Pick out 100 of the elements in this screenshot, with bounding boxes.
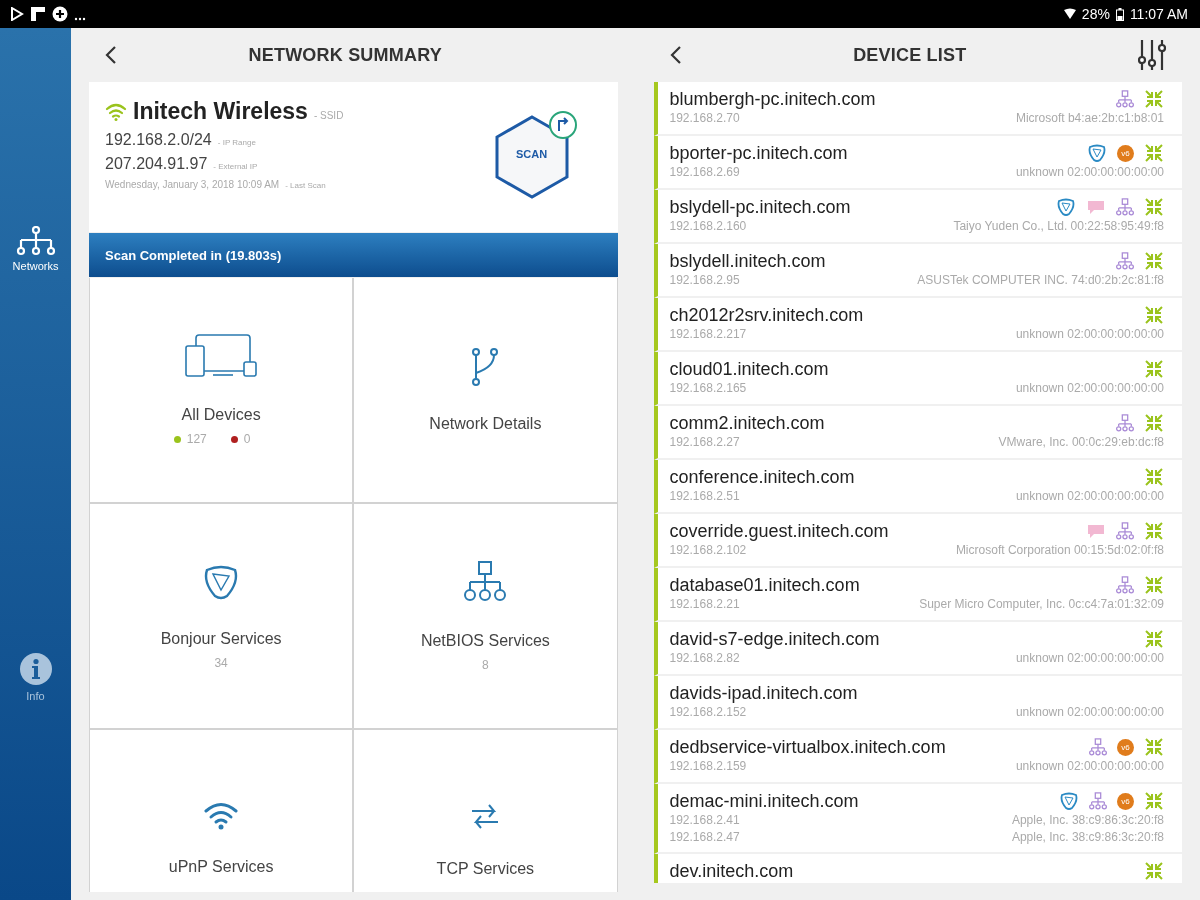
device-name: davids-ipad.initech.com bbox=[669, 682, 858, 704]
scan-status-banner: Scan Completed in (19.803s) bbox=[89, 233, 618, 277]
ip-address: 192.168.2.102 bbox=[669, 542, 747, 559]
ip-address: 192.168.2.47 bbox=[669, 829, 740, 846]
network-tree-icon bbox=[463, 560, 508, 604]
vendor-mac: unknown 02:00:00:00:00:00 bbox=[1015, 164, 1164, 181]
device-row[interactable]: cloud01.initech.com 192.168.2.165 unknown 02:00:00:00:00:00 bbox=[653, 352, 1182, 406]
external-ip: 207.204.91.97 bbox=[105, 155, 208, 173]
battery-icon bbox=[1115, 7, 1124, 21]
ip-address: 192.168.2.51 bbox=[669, 488, 740, 505]
ip-range: 192.168.2.0/24 bbox=[105, 131, 212, 149]
sliders-icon[interactable] bbox=[1138, 39, 1166, 71]
vendor-mac: Apple, Inc. 38:c9:86:3c:20:f8 bbox=[1011, 812, 1164, 829]
network-tree-icon bbox=[1116, 90, 1134, 108]
device-row[interactable]: bporter-pc.initech.com v6 192.168.2.69 unknown 02:00:00:00:00:00 bbox=[653, 136, 1182, 190]
info-icon[interactable] bbox=[18, 652, 53, 686]
back-icon[interactable] bbox=[105, 45, 117, 65]
device-name: bslydell.initech.com bbox=[669, 250, 826, 272]
arrows-inward-icon bbox=[1144, 143, 1164, 163]
network-tree-icon bbox=[1116, 576, 1134, 594]
ip-address: 192.168.2.152 bbox=[669, 704, 747, 721]
ipv6-badge: v6 bbox=[1117, 792, 1134, 810]
wifi-icon bbox=[203, 800, 240, 830]
ip-address: 192.168.2.70 bbox=[669, 110, 740, 127]
ipv6-badge: v6 bbox=[1117, 144, 1134, 162]
arrows-inward-icon bbox=[1144, 305, 1164, 325]
device-row[interactable]: blumbergh-pc.initech.com 192.168.2.70 Microsoft b4:ae:2b:c1:b8:01 bbox=[653, 82, 1182, 136]
device-name: coverride.guest.initech.com bbox=[669, 520, 889, 542]
back-icon[interactable] bbox=[669, 45, 682, 65]
ipv6-badge: v6 bbox=[1117, 738, 1134, 756]
wifi-icon bbox=[105, 102, 127, 121]
sidebar-item[interactable]: Networks bbox=[10, 224, 61, 274]
last-scan-date: Wednesday, January 3, 2018 10:09 AM bbox=[105, 179, 280, 190]
device-row[interactable]: dev.initech.com bbox=[653, 854, 1182, 883]
device-row[interactable]: demac-mini.initech.com v6 192.168.2.41 Apple, Inc. 38:c9:86:3c:20:f8 192.168.2.47 Apple, Inc. 38:c9:86:3c:20:f8 bbox=[653, 784, 1182, 854]
ip-address: 192.168.2.21 bbox=[669, 596, 740, 613]
device-name: bslydell-pc.initech.com bbox=[669, 196, 851, 218]
vendor-mac: Microsoft Corporation 00:15:5d:02:0f:f8 bbox=[955, 542, 1164, 559]
summary-tile[interactable]: NetBIOS Services 8 bbox=[354, 504, 617, 728]
device-name: david-s7-edge.initech.com bbox=[669, 628, 880, 650]
device-name: dev.initech.com bbox=[669, 860, 794, 882]
arrows-inward-icon bbox=[1144, 467, 1164, 487]
device-row[interactable]: davids-ipad.initech.com 192.168.2.152 unknown 02:00:00:00:00:00 bbox=[653, 676, 1182, 730]
device-name: demac-mini.initech.com bbox=[669, 790, 859, 812]
ip-address: 192.168.2.165 bbox=[669, 380, 747, 397]
device-row[interactable]: david-s7-edge.initech.com 192.168.2.82 unknown 02:00:00:00:00:00 bbox=[653, 622, 1182, 676]
device-row[interactable]: bslydell-pc.initech.com 192.168.2.160 Taiyo Yuden Co., Ltd. 00:22:58:95:49:f8 bbox=[653, 190, 1182, 244]
sidebar-item[interactable]: Info bbox=[16, 650, 55, 704]
summary-tile[interactable]: Bonjour Services 34 bbox=[90, 504, 353, 728]
network-tree-icon bbox=[1116, 198, 1134, 216]
ip-address: 192.168.2.82 bbox=[669, 650, 740, 667]
network-tree-icon bbox=[1116, 252, 1134, 270]
arrows-inward-icon bbox=[1144, 861, 1164, 881]
arrows-inward-icon bbox=[1144, 521, 1164, 541]
chat-bubble-icon bbox=[1086, 198, 1106, 216]
device-name: conference.initech.com bbox=[669, 466, 855, 488]
vendor-mac: Microsoft b4:ae:2b:c1:b8:01 bbox=[1015, 110, 1164, 127]
scan-button[interactable]: SCAN bbox=[491, 110, 588, 200]
arrows-inward-icon bbox=[1144, 737, 1164, 757]
vendor-mac: VMware, Inc. 00:0c:29:eb:dc:f8 bbox=[998, 434, 1164, 451]
network-tree-icon bbox=[1089, 792, 1107, 810]
network-tree-icon bbox=[1089, 738, 1107, 756]
device-row[interactable]: coverride.guest.initech.com 192.168.2.102 Microsoft Corporation 00:15:5d:02:0f:f8 bbox=[653, 514, 1182, 568]
network-tree-icon[interactable] bbox=[15, 226, 56, 256]
wifi-signal-icon bbox=[1063, 8, 1076, 20]
sidebar-label: Info bbox=[26, 690, 45, 702]
summary-tile[interactable]: Network Details bbox=[354, 278, 617, 502]
vendor-mac: unknown 02:00:00:00:00:00 bbox=[1015, 758, 1164, 775]
arrows-inward-icon bbox=[1144, 629, 1164, 649]
battery-percent: 28% bbox=[1081, 6, 1110, 22]
plus-circle-icon bbox=[52, 6, 68, 22]
sidebar-label: Networks bbox=[12, 260, 59, 272]
field-label: - IP Range bbox=[217, 138, 256, 147]
vendor-mac: Taiyo Yuden Co., Ltd. 00:22:58:95:49:f8 bbox=[953, 218, 1164, 235]
network-tree-icon bbox=[1116, 522, 1134, 540]
ip-address: 192.168.2.27 bbox=[669, 434, 740, 451]
field-label: - Last Scan bbox=[285, 181, 326, 190]
ip-address: 192.168.2.69 bbox=[669, 164, 740, 181]
vendor-mac: unknown 02:00:00:00:00:00 bbox=[1015, 650, 1164, 667]
device-row[interactable]: dedbservice-virtualbox.initech.com v6 192.168.2.159 unknown 02:00:00:00:00:00 bbox=[653, 730, 1182, 784]
summary-tile[interactable]: TCP Services bbox=[354, 730, 617, 892]
ip-address: 192.168.2.159 bbox=[669, 758, 747, 775]
device-name: bporter-pc.initech.com bbox=[669, 142, 848, 164]
chat-bubble-icon bbox=[1086, 522, 1106, 540]
device-row[interactable]: comm2.initech.com 192.168.2.27 VMware, Inc. 00:0c:29:eb:dc:f8 bbox=[653, 406, 1182, 460]
field-label: - SSID bbox=[313, 110, 344, 121]
tile-count: 34 bbox=[214, 656, 228, 670]
summary-tile[interactable]: All Devices 127 0 bbox=[90, 278, 353, 502]
device-name: comm2.initech.com bbox=[669, 412, 825, 434]
device-row[interactable]: database01.initech.com 192.168.2.21 Super Micro Computer, Inc. 0c:c4:7a:01:32:09 bbox=[653, 568, 1182, 622]
device-row[interactable]: conference.initech.com 192.168.2.51 unknown 02:00:00:00:00:00 bbox=[653, 460, 1182, 514]
device-row[interactable]: bslydell.initech.com 192.168.2.95 ASUSTek COMPUTER INC. 74:d0:2b:2c:81:f8 bbox=[653, 244, 1182, 298]
tile-count: 8 bbox=[482, 658, 489, 672]
vendor-mac: Apple, Inc. 38:c9:86:3c:20:f8 bbox=[1011, 829, 1164, 846]
device-name: cloud01.initech.com bbox=[669, 358, 829, 380]
summary-tile[interactable]: uPnP Services bbox=[90, 730, 353, 892]
arrows-inward-icon bbox=[1144, 413, 1164, 433]
device-row[interactable]: ch2012r2srv.initech.com 192.168.2.217 unknown 02:00:00:00:00:00 bbox=[653, 298, 1182, 352]
vendor-mac: unknown 02:00:00:00:00:00 bbox=[1015, 380, 1164, 397]
network-name: Initech Wireless bbox=[133, 98, 308, 125]
